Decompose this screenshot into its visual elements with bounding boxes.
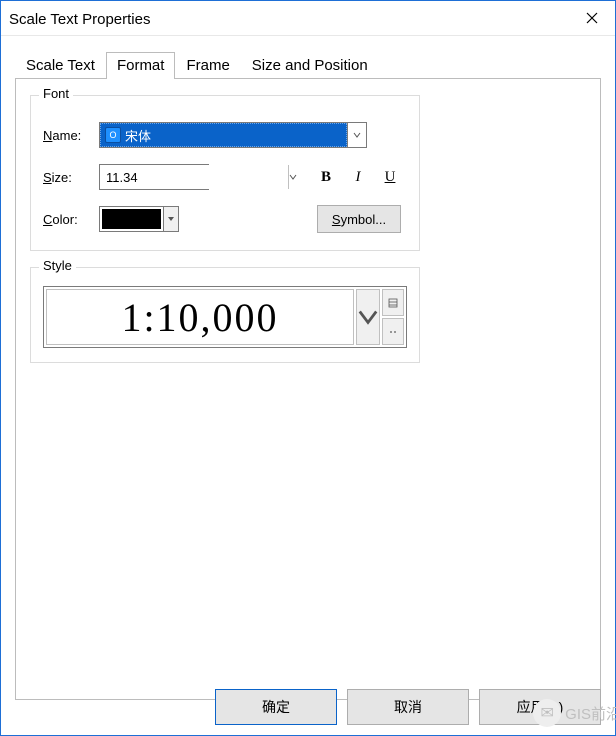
font-size-input[interactable]	[100, 165, 288, 189]
style-preview-row: 1:10,000	[43, 286, 407, 348]
font-color-dropdown[interactable]	[163, 207, 178, 231]
font-color-label: Color:	[43, 212, 99, 227]
grid-icon	[388, 298, 398, 308]
font-legend: Font	[39, 86, 73, 101]
titlebar: Scale Text Properties	[1, 1, 615, 36]
dots-icon	[388, 327, 398, 337]
bold-toggle[interactable]: B	[315, 166, 337, 188]
tab-scale-text[interactable]: Scale Text	[15, 52, 106, 79]
italic-toggle[interactable]: I	[347, 166, 369, 188]
dialog-window: Scale Text Properties Scale Text Format …	[0, 0, 616, 736]
style-dropdown[interactable]	[356, 289, 380, 345]
cancel-button[interactable]: 取消	[347, 689, 469, 725]
client-area: Scale Text Format Frame Size and Positio…	[1, 36, 615, 735]
font-name-row: Name: O 宋体	[43, 122, 407, 148]
font-group: Font Name: O 宋体	[30, 95, 420, 251]
style-group: Style 1:10,000	[30, 267, 420, 363]
style-select-button[interactable]	[382, 289, 404, 316]
symbol-button[interactable]: Symbol...	[317, 205, 401, 233]
close-button[interactable]	[569, 1, 615, 35]
chevron-down-icon	[353, 131, 361, 139]
font-name-combo[interactable]: O 宋体	[99, 122, 367, 148]
tab-size-and-position[interactable]: Size and Position	[241, 52, 379, 79]
tab-format[interactable]: Format	[106, 52, 176, 79]
style-options-button[interactable]	[382, 318, 404, 345]
ok-button[interactable]: 确定	[215, 689, 337, 725]
underline-toggle[interactable]: U	[379, 166, 401, 188]
chevron-down-icon	[357, 306, 379, 328]
tab-panel: Font Name: O 宋体	[15, 78, 601, 700]
font-name-value: 宋体	[125, 126, 151, 145]
apply-button[interactable]: 应用(A)	[479, 689, 601, 725]
close-icon	[586, 12, 598, 24]
style-side-buttons	[382, 289, 404, 345]
triangle-down-icon	[168, 216, 174, 222]
font-type-icon: O	[105, 127, 121, 143]
font-size-combo[interactable]	[99, 164, 209, 190]
font-name-label: Name:	[43, 128, 99, 143]
tab-frame[interactable]: Frame	[175, 52, 240, 79]
font-color-row: Color: Symbol...	[43, 206, 407, 232]
tab-strip: Scale Text Format Frame Size and Positio…	[15, 50, 601, 78]
window-title: Scale Text Properties	[9, 9, 150, 28]
style-buttons: B I U	[315, 166, 401, 188]
font-color-picker[interactable]	[99, 206, 179, 232]
font-size-dropdown[interactable]	[288, 165, 297, 189]
font-size-label: Size:	[43, 170, 99, 185]
font-size-row: Size: B I U	[43, 164, 407, 190]
style-legend: Style	[39, 258, 76, 273]
color-swatch	[102, 209, 161, 229]
font-name-dropdown[interactable]	[347, 123, 366, 147]
style-preview: 1:10,000	[46, 289, 354, 345]
chevron-down-icon	[289, 173, 297, 181]
dialog-button-bar: 确定 取消 应用(A)	[215, 689, 601, 725]
